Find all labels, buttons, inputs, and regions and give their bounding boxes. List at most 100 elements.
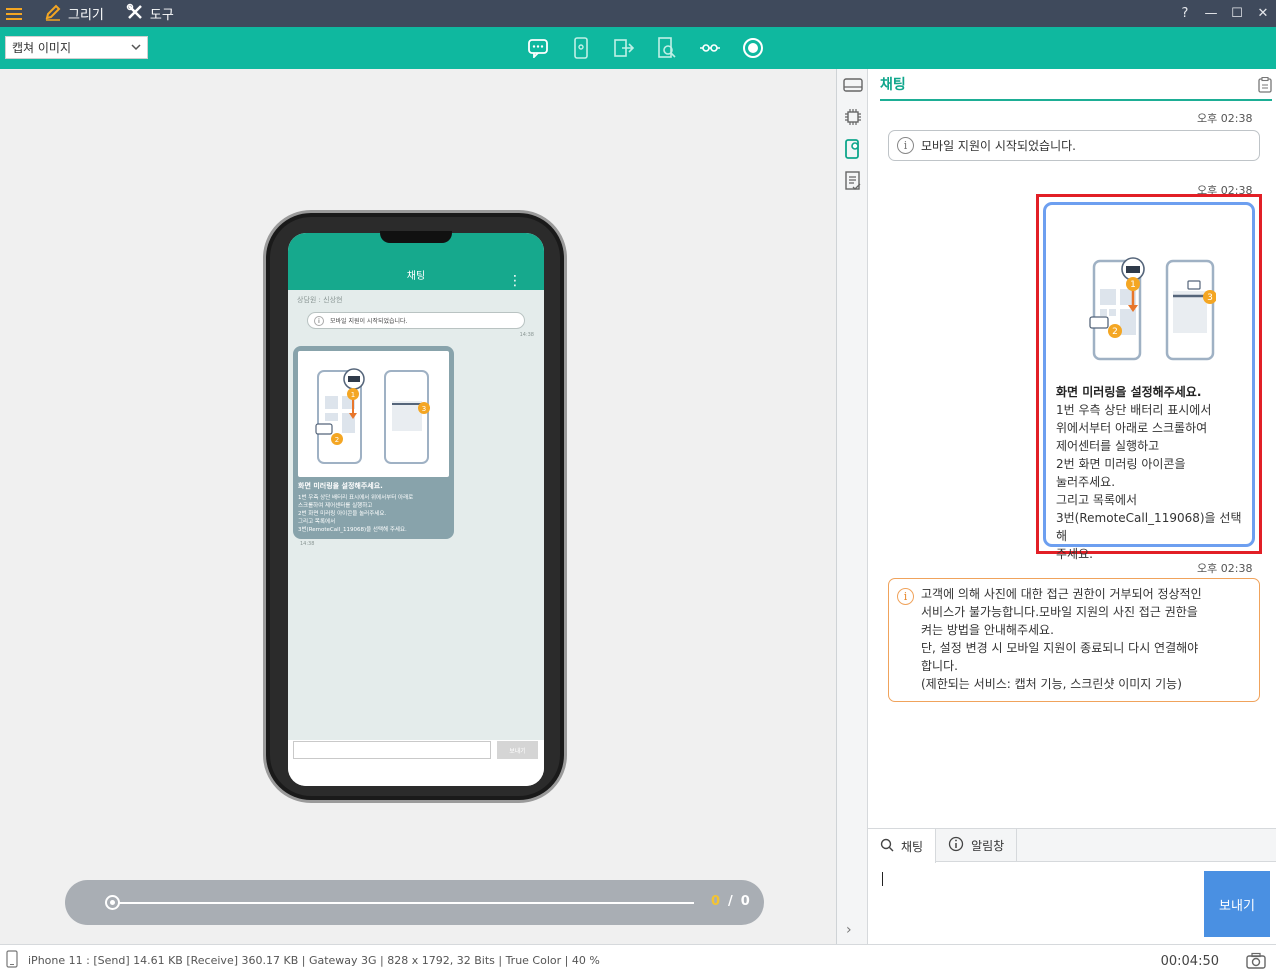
phone-mirror[interactable]: 채팅 ⋮ 상담원 : 신상현 i 모바일 지원이 시작되었습니다. 14:38: [263, 210, 567, 803]
chat-tabs: 채팅 알림창: [868, 828, 1276, 863]
record-icon[interactable]: [731, 33, 774, 63]
chat-panel: 채팅 오후 02:38 i 모바일 지원이 시작되었습니다. 오후 02:38: [868, 69, 1276, 944]
chat-message-input[interactable]: [874, 867, 1200, 937]
text-caret: [882, 872, 883, 886]
menu-draw[interactable]: 그리기: [38, 0, 110, 27]
phone-chat-body: 상담원 : 신상현 i 모바일 지원이 시작되었습니다. 14:38 1 2 3…: [288, 290, 544, 740]
playback-counter: 0 / 0: [711, 894, 750, 909]
warning-line: 고객에 의해 사진에 대한 접근 권한이 거부되어 정상적인: [921, 587, 1202, 601]
guide-message-title: 화면 미러링을 설정해주세요.: [1056, 385, 1202, 399]
phone-message-field[interactable]: [293, 741, 491, 759]
menu-tools[interactable]: 도구: [120, 0, 180, 27]
phone-bubble-line: 그리고 목록에서: [298, 519, 336, 525]
link-icon[interactable]: [688, 33, 731, 63]
screen-viewer: 채팅 ⋮ 상담원 : 신상현 i 모바일 지원이 시작되었습니다. 14:38: [0, 69, 836, 944]
menu-draw-label: 그리기: [68, 8, 104, 23]
phone-notice: i 모바일 지원이 시작되었습니다.: [307, 312, 525, 329]
checklist-icon[interactable]: [837, 165, 868, 197]
close-button[interactable]: ✕: [1250, 0, 1276, 27]
phone-chat-title: 채팅: [406, 271, 426, 282]
guide-message-line: 위에서부터 아래로 스크롤하여: [1056, 421, 1208, 435]
playback-current: 0: [711, 894, 721, 909]
hamburger-menu-icon[interactable]: [0, 0, 28, 27]
playback-bar: 0 / 0: [65, 880, 764, 925]
chip-icon[interactable]: [837, 101, 868, 133]
tools-icon: [126, 3, 144, 25]
phone-screen: 채팅 ⋮ 상담원 : 신상현 i 모바일 지원이 시작되었습니다. 14:38: [288, 233, 544, 786]
permission-warning: i 고객에 의해 사진에 대한 접근 권한이 거부되어 정상적인 서비스가 불가…: [888, 578, 1260, 702]
chat-title: 채팅: [880, 77, 906, 93]
mirroring-guide-image: 1 2 3: [298, 351, 449, 477]
phone-notice-text: 모바일 지원이 시작되었습니다.: [330, 318, 408, 325]
phone-notch: [380, 231, 452, 243]
playback-knob[interactable]: [105, 895, 120, 910]
tab-notifications[interactable]: 알림창: [936, 829, 1018, 862]
phone-bubble-text: 1번 우측 상단 배터리 표시에서 위에서부터 아래로 스크롤하여 제어센터를 …: [298, 494, 449, 534]
phone-bubble-line: 3번(RemoteCall_119068)을 선택해 주세요.: [298, 527, 407, 533]
chat-icon[interactable]: [516, 33, 559, 63]
chevron-right-icon[interactable]: ›: [846, 922, 852, 938]
drive-icon[interactable]: [837, 69, 868, 101]
phone-bubble-line: 2번 화면 미러링 아이콘을 눌러주세요.: [298, 511, 387, 517]
warning-info-icon: i: [897, 588, 914, 605]
phone-input-area: 보내기: [288, 740, 544, 786]
camera-icon[interactable]: [1246, 952, 1266, 973]
guide-message-line: 2번 화면 미러링 아이콘을: [1056, 457, 1186, 471]
toolbar: 캡쳐 이미지: [0, 27, 1276, 69]
capture-select[interactable]: 캡쳐 이미지: [5, 36, 148, 59]
phone-timestamp: 14:38: [300, 541, 315, 547]
mobile-support-icon[interactable]: [837, 133, 868, 165]
guide-message-line: 그리고 목록에서: [1056, 493, 1138, 507]
warning-line: (제한되는 서비스: 캡처 기능, 스크린샷 이미지 기능): [921, 677, 1182, 691]
guide-message-line: 눌러주세요.: [1056, 475, 1116, 489]
phone-agent-line: 상담원 : 신상현: [297, 296, 343, 304]
title-bar: 그리기 도구 ? — ☐ ✕: [0, 0, 1276, 27]
mirroring-guide-image: 1 2 3: [1086, 247, 1217, 367]
chevron-down-icon: [131, 41, 141, 55]
playback-total: 0: [740, 894, 750, 909]
playback-track[interactable]: [112, 902, 694, 904]
chat-header: 채팅: [880, 69, 1272, 101]
phone-icon[interactable]: [559, 33, 602, 63]
help-button[interactable]: ?: [1172, 0, 1198, 27]
phone-timestamp: 14:38: [519, 332, 534, 338]
session-timer: 00:04:50: [1160, 954, 1219, 969]
message-timestamp: 오후 02:38: [1197, 112, 1253, 125]
svg-text:2: 2: [1112, 327, 1118, 337]
info-icon: i: [314, 316, 324, 326]
svg-text:1: 1: [351, 391, 355, 399]
svg-text:3: 3: [1207, 293, 1213, 303]
device-info: iPhone 11 : [Send] 14.61 KB [Receive] 36…: [28, 954, 600, 967]
capture-select-value: 캡쳐 이미지: [12, 41, 72, 55]
info-icon: [948, 836, 964, 855]
svg-text:3: 3: [422, 405, 426, 413]
tab-chat-label: 채팅: [901, 839, 924, 854]
exit-icon[interactable]: [602, 33, 645, 63]
status-bar: iPhone 11 : [Send] 14.61 KB [Receive] 36…: [0, 944, 1276, 976]
clipboard-icon[interactable]: [1258, 76, 1272, 96]
warning-line: 켜는 방법을 안내해주세요.: [921, 623, 1054, 637]
search-icon: [880, 838, 894, 855]
side-tabs: ›: [837, 69, 868, 944]
phone-bubble-line: 스크롤하여 제어센터를 실행하고: [298, 503, 373, 509]
guide-message-line: 1번 우측 상단 배터리 표시에서: [1056, 403, 1212, 417]
svg-text:2: 2: [335, 436, 339, 444]
phone-send-button[interactable]: 보내기: [497, 741, 538, 759]
device-icon: [6, 950, 18, 971]
warning-line: 서비스가 불가능합니다.모바일 지원의 사진 접근 권한을: [921, 605, 1198, 619]
magnify-icon[interactable]: [645, 33, 688, 63]
message-timestamp: 오후 02:38: [1197, 562, 1253, 575]
phone-guide-bubble: 1 2 3 화면 미러링을 설정해주세요. 1번 우측 상단 배터리 표시에서 …: [293, 346, 454, 539]
maximize-button[interactable]: ☐: [1224, 0, 1250, 27]
warning-line: 합니다.: [921, 659, 958, 673]
tab-chat[interactable]: 채팅: [868, 829, 937, 863]
minimize-button[interactable]: —: [1198, 0, 1224, 27]
info-icon: i: [897, 137, 914, 154]
guide-message-bubble: 1 2 3 화면 미러링을 설정해주세요. 1번 우측 상단 배터리 표시에서 …: [1043, 202, 1255, 561]
highlighted-message: 1 2 3 화면 미러링을 설정해주세요. 1번 우측 상단 배터리 표시에서 …: [1036, 194, 1262, 561]
playback-separator: /: [728, 894, 733, 909]
system-notice-text: 모바일 지원이 시작되었습니다.: [921, 139, 1076, 153]
send-button[interactable]: 보내기: [1204, 871, 1270, 937]
svg-text:1: 1: [1130, 280, 1136, 290]
guide-message-line: 제어센터를 실행하고: [1056, 439, 1160, 453]
